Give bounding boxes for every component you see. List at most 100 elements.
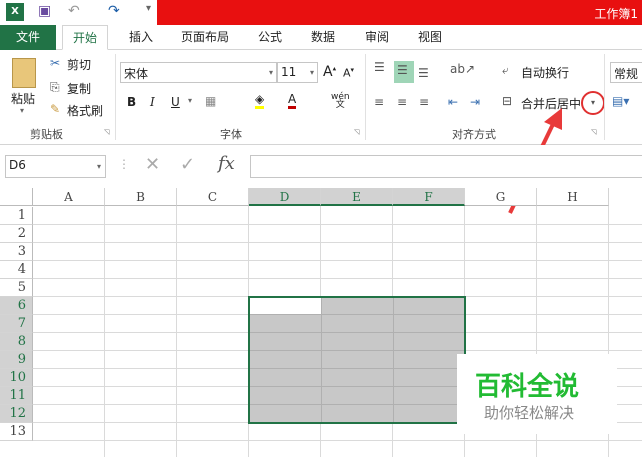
italic-button[interactable]: I (150, 95, 155, 109)
gridline (33, 242, 642, 243)
select-all-button[interactable] (0, 188, 33, 206)
wrap-text-button[interactable]: 自动换行 (521, 64, 569, 81)
insert-function-button[interactable]: fx (218, 153, 235, 174)
format-painter-button[interactable]: 格式刷 (67, 102, 103, 119)
window-title: 工作簿1 (157, 0, 642, 25)
row-header-12[interactable]: 12 (0, 405, 33, 423)
row-header-5[interactable]: 5 (0, 279, 33, 297)
phonetic-label: wén (331, 92, 350, 102)
paste-button[interactable]: 粘贴 (11, 90, 35, 107)
row-header-10[interactable]: 10 (0, 369, 33, 387)
align-middle-icon: ☰ (397, 63, 408, 77)
copy-button[interactable]: 复制 (67, 80, 91, 97)
tab-insert[interactable]: 插入 (119, 25, 163, 50)
font-name-value: 宋体 (124, 67, 149, 81)
name-box-value: D6 (9, 158, 26, 172)
chevron-down-icon: ▾ (268, 68, 273, 77)
watermark-title: 百科全说 (475, 372, 580, 402)
merge-dropdown-button[interactable]: ▾ (581, 91, 605, 115)
excel-logo-icon: X (6, 3, 24, 21)
align-left-icon[interactable]: ≡ (374, 95, 384, 109)
conditional-format-icon[interactable]: ▤▾ (612, 94, 629, 108)
customize-qat-icon[interactable]: ▾ (146, 3, 151, 14)
increase-indent-icon[interactable]: ⇥ (470, 95, 480, 109)
more-icon: ⋮ (118, 157, 130, 171)
row-header-9[interactable]: 9 (0, 351, 33, 369)
formula-input[interactable] (250, 155, 642, 178)
font-launcher-icon[interactable]: ◹ (354, 128, 359, 136)
paste-icon[interactable] (12, 58, 36, 88)
font-color-icon[interactable]: A (288, 92, 297, 109)
bold-button[interactable]: B (127, 95, 136, 109)
phonetic-button[interactable]: wén 文 (331, 92, 350, 110)
watermark-subtitle: 助你轻松解决 (484, 404, 575, 422)
column-header-e[interactable]: E (321, 188, 393, 206)
font-size-select[interactable]: 11 ▾ (277, 62, 318, 83)
row-header-8[interactable]: 8 (0, 333, 33, 351)
undo-icon[interactable]: ↶ (68, 3, 80, 19)
font-name-select[interactable]: 宋体 ▾ (120, 62, 277, 83)
copy-icon: ⎘ (50, 80, 60, 94)
paste-dropdown-icon[interactable]: ▾ (20, 106, 24, 115)
clipboard-launcher-icon[interactable]: ◹ (104, 128, 109, 136)
tab-home[interactable]: 开始 (62, 25, 109, 50)
align-right-icon[interactable]: ≡ (419, 95, 429, 109)
selection-border (248, 296, 466, 424)
underline-button[interactable]: U (171, 95, 180, 109)
column-header-c[interactable]: C (177, 188, 249, 206)
row-header-2[interactable]: 2 (0, 225, 33, 243)
cancel-icon[interactable]: ✕ (145, 154, 160, 175)
ribbon-tabs: 文件 开始 插入 页面布局 公式 数据 审阅 视图 (0, 25, 642, 50)
increase-font-icon[interactable]: A▴ (323, 64, 336, 80)
tab-data[interactable]: 数据 (301, 25, 345, 50)
clipboard-group-label: 剪贴板 (30, 128, 63, 141)
align-center-icon[interactable]: ≡ (397, 95, 407, 109)
column-header-h[interactable]: H (537, 188, 609, 206)
gridline (33, 440, 642, 441)
enter-icon[interactable]: ✓ (180, 154, 195, 175)
column-header-d[interactable]: D (249, 188, 321, 206)
orientation-icon[interactable]: ab↗ (450, 62, 475, 76)
align-top-icon[interactable]: ☰ (374, 60, 385, 74)
align-bottom-icon[interactable]: ☰ (418, 66, 429, 80)
fill-color-icon[interactable]: ◈ (255, 92, 265, 109)
decrease-indent-icon[interactable]: ⇤ (448, 95, 458, 109)
column-header-a[interactable]: A (33, 188, 105, 206)
column-header-g[interactable]: G (465, 188, 537, 206)
tab-view[interactable]: 视图 (408, 25, 452, 50)
watermark: 百科全说 助你轻松解决 (457, 354, 617, 434)
column-header-b[interactable]: B (105, 188, 177, 206)
save-icon[interactable]: ▣ (38, 3, 51, 19)
cut-button[interactable]: 剪切 (67, 56, 91, 73)
font-group-label: 字体 (220, 128, 242, 141)
scissors-icon: ✂ (50, 56, 61, 70)
font-size-value: 11 (281, 65, 297, 79)
row-header-7[interactable]: 7 (0, 315, 33, 333)
row-header-1[interactable]: 1 (0, 207, 33, 225)
row-header-3[interactable]: 3 (0, 243, 33, 261)
decrease-font-icon[interactable]: A▾ (343, 66, 354, 80)
wrap-text-icon: ⤶ (502, 63, 509, 77)
chevron-down-icon: ▾ (309, 68, 314, 77)
alignment-launcher-icon[interactable]: ◹ (591, 128, 596, 136)
merge-center-icon: ⊟ (502, 94, 513, 108)
row-header-4[interactable]: 4 (0, 261, 33, 279)
row-header-6[interactable]: 6 (0, 297, 33, 315)
gridline (33, 224, 642, 225)
tab-file[interactable]: 文件 (0, 25, 56, 50)
number-format-select[interactable]: 常规 (610, 62, 642, 83)
border-icon[interactable]: ▦ (205, 94, 216, 108)
formula-bar: D6 ▾ ⋮ ✕ ✓ fx (0, 145, 642, 188)
gridline (33, 260, 642, 261)
tab-review[interactable]: 审阅 (355, 25, 399, 50)
tab-formulas[interactable]: 公式 (248, 25, 292, 50)
format-painter-icon: ✎ (50, 102, 61, 116)
redo-icon[interactable]: ↷ (108, 3, 120, 19)
tab-page-layout[interactable]: 页面布局 (171, 25, 239, 50)
name-box[interactable]: D6 ▾ (5, 155, 106, 178)
row-header-13[interactable]: 13 (0, 423, 33, 441)
column-header-f[interactable]: F (393, 188, 465, 206)
gridline (33, 278, 642, 279)
row-header-11[interactable]: 11 (0, 387, 33, 405)
alignment-group-label: 对齐方式 (452, 128, 496, 141)
